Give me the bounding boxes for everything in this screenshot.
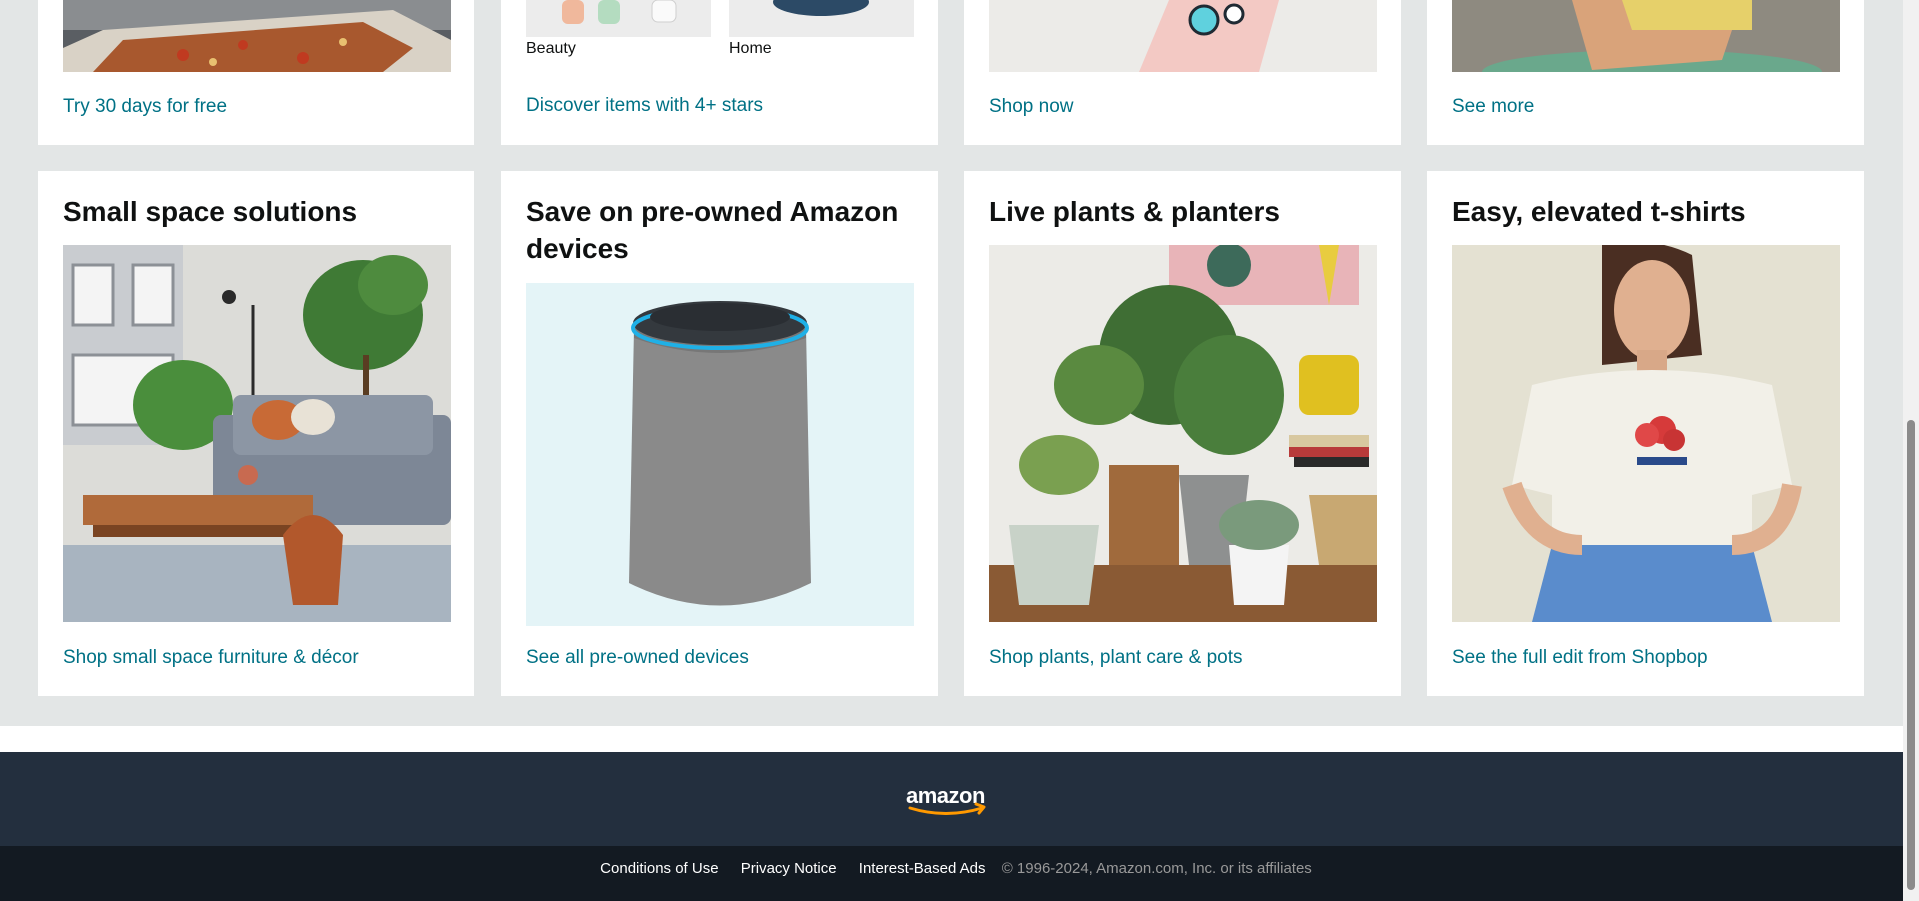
t-shirt-model-picture bbox=[1452, 245, 1840, 622]
t-shirts-card: Easy, elevated t-shirts See the full edi… bbox=[1427, 171, 1864, 696]
amazon-logo[interactable]: amazon bbox=[906, 783, 992, 815]
phone-case-picture bbox=[989, 0, 1377, 72]
footer-links: Conditions of Use Privacy Notice Interes… bbox=[0, 860, 1903, 877]
beauty-products-picture bbox=[526, 0, 711, 37]
discover-stars-link[interactable]: Discover items with 4+ stars bbox=[526, 95, 763, 117]
home-image[interactable] bbox=[729, 0, 914, 37]
home-label[interactable]: Home bbox=[729, 40, 772, 58]
t-shirt-image[interactable] bbox=[1452, 245, 1840, 622]
page-scrollbar[interactable] bbox=[1903, 0, 1919, 901]
footer-spacer bbox=[0, 726, 1903, 752]
card-title: Live plants & planters bbox=[989, 196, 1280, 227]
pre-owned-devices-card: Save on pre-owned Amazon devices See all… bbox=[501, 171, 938, 696]
plants-card: Live plants & planters Shop plants, plan… bbox=[964, 171, 1401, 696]
shop-plants-link[interactable]: Shop plants, plant care & pots bbox=[989, 647, 1243, 669]
card-title: Save on pre-owned Amazon devices bbox=[526, 196, 899, 264]
small-space-card: Small space solutions Shop small space f… bbox=[38, 171, 474, 696]
beauty-image[interactable] bbox=[526, 0, 711, 37]
fashion-picture bbox=[1452, 0, 1840, 72]
see-more-link[interactable]: See more bbox=[1452, 96, 1534, 118]
phone-case-image[interactable] bbox=[989, 0, 1377, 72]
card-title: Easy, elevated t-shirts bbox=[1452, 196, 1746, 227]
amazon-smile-icon bbox=[908, 802, 986, 815]
phone-case-card: Shop now bbox=[964, 0, 1401, 145]
pizza-image[interactable] bbox=[63, 0, 451, 72]
home-products-picture bbox=[729, 0, 914, 37]
pizza-picture bbox=[63, 0, 451, 72]
shop-small-space-link[interactable]: Shop small space furniture & décor bbox=[63, 647, 359, 669]
smart-speaker-picture bbox=[526, 283, 914, 626]
scrollbar-thumb[interactable] bbox=[1907, 420, 1915, 890]
echo-device-image[interactable] bbox=[526, 283, 914, 626]
plants-image[interactable] bbox=[989, 245, 1377, 622]
try-prime-link[interactable]: Try 30 days for free bbox=[63, 96, 227, 118]
copyright-text: © 1996-2024, Amazon.com, Inc. or its aff… bbox=[1001, 860, 1312, 877]
privacy-notice-link[interactable]: Privacy Notice bbox=[741, 860, 837, 877]
see-pre-owned-link[interactable]: See all pre-owned devices bbox=[526, 647, 749, 669]
small-space-image[interactable] bbox=[63, 245, 451, 622]
prime-card: Try 30 days for free bbox=[38, 0, 474, 145]
beauty-label[interactable]: Beauty bbox=[526, 40, 576, 58]
page: Try 30 days for free Beauty Home Discove… bbox=[0, 0, 1919, 901]
fashion-image[interactable] bbox=[1452, 0, 1840, 72]
see-shopbop-link[interactable]: See the full edit from Shopbop bbox=[1452, 647, 1708, 669]
conditions-of-use-link[interactable]: Conditions of Use bbox=[600, 860, 718, 877]
living-room-picture bbox=[63, 245, 451, 622]
card-title: Small space solutions bbox=[63, 196, 358, 227]
fashion-card: See more bbox=[1427, 0, 1864, 145]
plants-picture bbox=[989, 245, 1377, 622]
interest-based-ads-link[interactable]: Interest-Based Ads bbox=[859, 860, 986, 877]
top-rated-card: Beauty Home Discover items with 4+ stars bbox=[501, 0, 938, 145]
shop-now-link[interactable]: Shop now bbox=[989, 96, 1074, 118]
